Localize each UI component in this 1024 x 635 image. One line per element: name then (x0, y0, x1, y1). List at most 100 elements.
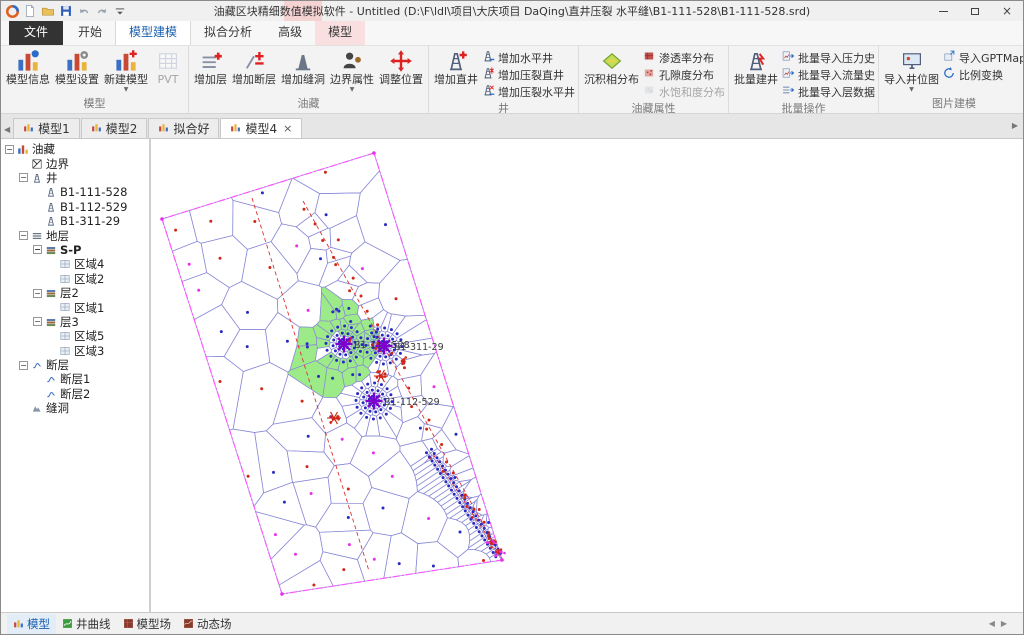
close-tab-icon[interactable]: × (283, 122, 292, 135)
ribbon-tab-start[interactable]: 开始 (65, 19, 115, 45)
well-icon (45, 186, 57, 198)
doc-tab-fit-good[interactable]: 拟合好 (148, 118, 219, 138)
tree-item-label: S-P (60, 243, 81, 257)
doc-tab-model4[interactable]: 模型4× (220, 118, 302, 138)
model-tab-icon (158, 122, 169, 136)
ribbon-tab-model[interactable]: 模型 (315, 19, 365, 45)
open-file-icon[interactable] (40, 3, 56, 19)
button-label: PVT (158, 74, 179, 86)
tree-item-faults[interactable]: −断层 (1, 358, 149, 372)
doc-tab-model2[interactable]: 模型2 (81, 118, 148, 138)
button-add-frac-horizontal-well[interactable]: 增加压裂水平井 (481, 83, 575, 100)
tree-expander-icon[interactable]: − (19, 173, 28, 182)
button-label: 调整位置 (379, 74, 423, 86)
button-batch-import-layer[interactable]: 批量导入层数据 (781, 83, 875, 100)
button-add-cave[interactable]: 增加缝洞 (279, 48, 327, 86)
ribbon-tab-file[interactable]: 文件 (9, 18, 63, 45)
tree-item-boundary[interactable]: 边界 (1, 156, 149, 170)
button-boundary-attr[interactable]: 边界属性▼ (328, 48, 376, 93)
new-file-icon[interactable] (22, 3, 38, 19)
save-icon[interactable] (58, 3, 74, 19)
app-logo-icon[interactable] (4, 3, 20, 19)
tree-item-region4[interactable]: 区域4 (1, 257, 149, 271)
button-water-saturation-dist[interactable]: 水饱和度分布 (642, 83, 725, 100)
ribbon-group-2: 增加直井增加水平井增加压裂直井增加压裂水平井井 (429, 46, 579, 113)
tree-item-layer3[interactable]: −层3 (1, 315, 149, 329)
button-pvt[interactable]: PVT (151, 48, 185, 86)
button-add-layer[interactable]: 增加层 (192, 48, 229, 86)
tree-expander-icon[interactable]: − (33, 245, 42, 254)
tree-item-fault1[interactable]: 断层1 (1, 372, 149, 386)
button-batch-import-pressure[interactable]: 批量导入压力史 (781, 49, 875, 66)
model-tab-icon (23, 122, 34, 136)
button-scale-transform[interactable]: 比例变换 (942, 66, 1023, 83)
ribbon-tab-bar: 文件开始模型建模拟合分析高级模型 (1, 21, 1023, 46)
tree-item-strata[interactable]: − 地层 (1, 228, 149, 242)
view-tab-well-curve[interactable]: 井曲线 (56, 614, 117, 634)
ribbon-small-column: 增加水平井增加压裂直井增加压裂水平井 (481, 48, 575, 100)
view-tab-model[interactable]: 模型 (7, 614, 56, 634)
model-canvas[interactable]: B1-111-528B1-311-29B1-112-529 (151, 139, 1023, 612)
button-add-frac-vertical-well[interactable]: 增加压裂直井 (481, 66, 575, 83)
ribbon-group-0: 模型信息模型设置新建模型▼PVT模型 (1, 46, 189, 113)
redo-icon[interactable] (94, 3, 110, 19)
doc-tab-model1[interactable]: 模型1 (13, 118, 80, 138)
tree-item-region2[interactable]: 区域2 (1, 272, 149, 286)
button-model-info[interactable]: 模型信息 (4, 48, 52, 86)
button-model-settings[interactable]: 模型设置 (53, 48, 101, 86)
ribbon-tab-advanced[interactable]: 高级 (265, 19, 315, 45)
tree-expander-icon[interactable]: − (5, 145, 14, 154)
ribbon-tab-model-building[interactable]: 模型建模 (115, 18, 191, 45)
tab-scroll-right-icon[interactable]: ▶ (1009, 121, 1021, 134)
button-add-fault[interactable]: 增加断层 (230, 48, 278, 86)
button-import-gptmap[interactable]: 导入GPTMap (942, 49, 1023, 66)
tree-item-region5[interactable]: 区域5 (1, 329, 149, 343)
tree-item-fault2[interactable]: 断层2 (1, 387, 149, 401)
status-scroll-arrows[interactable]: ◀▶ (989, 619, 1013, 628)
view-tab-dynamic-field[interactable]: 动态场 (177, 614, 238, 634)
tree-item-region1[interactable]: 区域1 (1, 300, 149, 314)
button-add-vertical-well[interactable]: 增加直井 (432, 48, 480, 86)
ribbon-group-label: 油藏属性 (579, 100, 728, 114)
tree-item-cave[interactable]: 缝洞 (1, 401, 149, 415)
button-porosity-dist[interactable]: 孔隙度分布 (642, 66, 725, 83)
tree-expander-icon[interactable]: − (19, 361, 28, 370)
tree-expander-icon[interactable]: − (33, 317, 42, 326)
st-dyn-icon (183, 618, 194, 629)
boundary-icon (31, 158, 43, 170)
tree-expander-icon[interactable]: − (33, 289, 42, 298)
add-frac-horizontal-well-icon (481, 83, 495, 100)
tree-expander-icon[interactable]: − (19, 231, 28, 240)
region-icon (59, 273, 71, 285)
tree-item-well-b1-111-528[interactable]: B1-111-528 (1, 185, 149, 199)
tree-item-layer2[interactable]: −层2 (1, 286, 149, 300)
tree-item-label: 地层 (46, 228, 69, 244)
view-tab-label: 模型 (27, 616, 50, 632)
button-sedimentary-facies[interactable]: 沉积相分布 (582, 48, 641, 86)
window-title: 油藏区块精细数值模拟软件 - Untitled (D:\F\ldl\项目\大庆项… (1, 3, 1023, 19)
button-batch-create-wells[interactable]: 批量建井 (732, 48, 780, 86)
button-add-horizontal-well[interactable]: 增加水平井 (481, 49, 575, 66)
tree-item-reservoir[interactable]: −油藏 (1, 142, 149, 156)
tab-scroll-left-icon[interactable]: ◀ (1, 125, 13, 138)
button-batch-import-rate[interactable]: 批量导入流量史 (781, 66, 875, 83)
well-icon (45, 201, 57, 213)
view-tab-model-field[interactable]: 模型场 (117, 614, 178, 634)
minimize-button[interactable] (927, 1, 959, 21)
button-permeability-dist[interactable]: 渗透率分布 (642, 49, 725, 66)
restore-button[interactable] (959, 1, 991, 21)
ribbon-tab-fit-analysis[interactable]: 拟合分析 (191, 19, 265, 45)
button-import-well-map[interactable]: 导入井位图▼ (882, 48, 941, 93)
tree-item-well-b1-311-29[interactable]: B1-311-29 (1, 214, 149, 228)
button-new-model[interactable]: 新建模型▼ (102, 48, 150, 93)
button-adjust-position[interactable]: 调整位置 (377, 48, 425, 86)
tree-item-layer-sp[interactable]: − S-P (1, 243, 149, 257)
tree-item-region3[interactable]: 区域3 (1, 343, 149, 357)
customize-toolbar-icon[interactable] (112, 3, 128, 19)
ribbon-group-1: 增加层增加断层增加缝洞边界属性▼调整位置油藏 (189, 46, 429, 113)
tree-item-well-b1-112-529[interactable]: B1-112-529 (1, 200, 149, 214)
close-button[interactable]: × (991, 1, 1023, 21)
tree-item-wells[interactable]: −井 (1, 171, 149, 185)
undo-icon[interactable] (76, 3, 92, 19)
well-icon (45, 215, 57, 227)
